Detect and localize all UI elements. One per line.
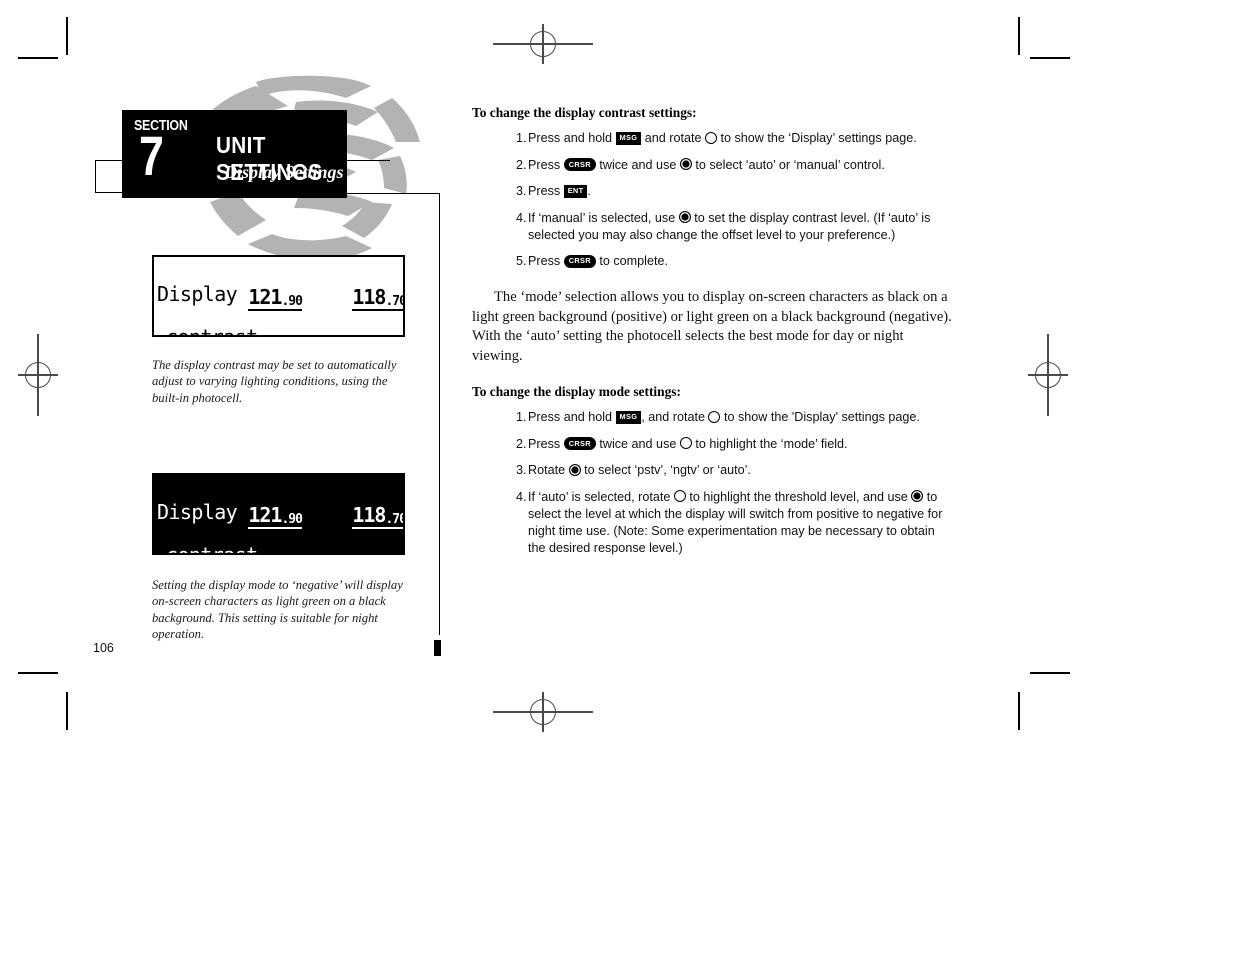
manual-page: SECTION 7 UNIT SETTINGS Display Settings… bbox=[0, 0, 1235, 954]
contrast-section-heading: To change the display contrast settings: bbox=[472, 105, 697, 120]
step-text: Press and hold MSG, and rotate to show t… bbox=[528, 410, 920, 424]
step-number: 4. bbox=[516, 489, 527, 504]
step-number: 5. bbox=[516, 254, 527, 268]
inner-knob-icon[interactable] bbox=[911, 490, 924, 502]
crop-mark-top-right-vertical bbox=[1018, 17, 1020, 55]
outer-knob-icon[interactable] bbox=[708, 410, 721, 423]
lcd-row-mode: mode pstv bbox=[154, 320, 403, 335]
step-number: 3. bbox=[516, 184, 527, 198]
msg-key-icon[interactable]: MSG bbox=[615, 410, 642, 424]
step-number: 1. bbox=[516, 131, 527, 145]
outer-knob-icon[interactable] bbox=[679, 437, 692, 449]
crsr-key-icon[interactable]: CRSR bbox=[563, 254, 596, 268]
registration-mark-right bbox=[1028, 334, 1068, 416]
step-number: 2. bbox=[516, 157, 527, 172]
step-number: 4. bbox=[516, 210, 527, 225]
registration-mark-bottom bbox=[493, 692, 593, 732]
step-text: If ‘auto’ is selected, rotate to highlig… bbox=[528, 489, 943, 555]
mode-description-paragraph: The ‘mode’ selection allows you to displ… bbox=[472, 289, 952, 364]
step-text: Press CRSR twice and use to select ‘auto… bbox=[528, 157, 885, 172]
instruction-step: 1. Press and hold MSG and rotate to show … bbox=[472, 130, 952, 147]
page-number: 106 bbox=[93, 641, 114, 655]
instruction-step: 4. If ‘manual’ is selected, use to set th… bbox=[472, 210, 952, 244]
crsr-key-icon[interactable]: CRSR bbox=[563, 158, 596, 171]
instruction-step: 1. Press and hold MSG, and rotate to show… bbox=[472, 409, 952, 426]
instruction-step: 2. Press CRSR twice and use to select ‘au… bbox=[472, 157, 952, 174]
crop-mark-bottom-right-horizontal bbox=[1030, 672, 1070, 674]
column-rule-top bbox=[344, 193, 440, 195]
instruction-step: 4. If ‘auto’ is selected, rotate to highl… bbox=[472, 489, 952, 557]
registration-mark-left bbox=[18, 334, 58, 416]
msg-key-icon[interactable]: MSG bbox=[615, 131, 642, 145]
lcd-screenshot-positive: 121.90 118.70 Display contrast auto :50 … bbox=[152, 255, 405, 337]
step-number: 2. bbox=[516, 436, 527, 451]
instruction-step: 3. Rotate to select ‘pstv’, ‘ngtv’ or ‘au… bbox=[472, 462, 952, 479]
footer-thumb-marker bbox=[434, 640, 441, 656]
column-divider-rule bbox=[439, 193, 441, 635]
inner-knob-icon[interactable] bbox=[568, 463, 581, 476]
step-text: Press and hold MSG and rotate to show th… bbox=[528, 131, 917, 145]
crop-mark-top-left-vertical bbox=[66, 17, 68, 55]
lcd-row-mode: mode ngtv bbox=[154, 538, 403, 553]
crop-mark-bottom-left-vertical bbox=[66, 692, 68, 730]
caption-mode: Setting the display mode to ‘negative’ w… bbox=[152, 578, 403, 641]
instructions-column: To change the display contrast settings:… bbox=[472, 105, 952, 566]
section-subtitle: Display Settings bbox=[224, 162, 344, 182]
contrast-steps-list: 1. Press and hold MSG and rotate to show … bbox=[472, 130, 952, 270]
mode-section-heading: To change the display mode settings: bbox=[472, 384, 681, 399]
step-text: Press CRSR to complete. bbox=[528, 254, 668, 268]
step-number: 1. bbox=[516, 410, 527, 424]
step-text: If ‘manual’ is selected, use to set the … bbox=[528, 210, 931, 242]
lcd-screenshot-negative: 121.90 118.70 Display contrast auto :50 … bbox=[152, 473, 405, 555]
crop-mark-top-left-horizontal bbox=[18, 57, 58, 59]
section-number: 7 bbox=[139, 124, 164, 187]
crsr-key-icon[interactable]: CRSR bbox=[563, 437, 596, 450]
crop-mark-bottom-right-vertical bbox=[1018, 692, 1020, 730]
step-text: Rotate to select ‘pstv’, ‘ngtv’ or ‘auto… bbox=[528, 463, 751, 477]
step-text: Press CRSR twice and use to highlight th… bbox=[528, 436, 848, 451]
mode-steps-list: 1. Press and hold MSG, and rotate to show… bbox=[472, 409, 952, 557]
ent-key-icon[interactable]: ENT bbox=[563, 184, 588, 198]
crop-mark-bottom-left-horizontal bbox=[18, 672, 58, 674]
section-header-banner: SECTION 7 UNIT SETTINGS Display Settings bbox=[122, 110, 347, 198]
caption-contrast: The display contrast may be set to autom… bbox=[152, 358, 397, 405]
outer-knob-icon[interactable] bbox=[673, 490, 686, 502]
inner-knob-icon[interactable] bbox=[678, 211, 691, 223]
outer-knob-icon[interactable] bbox=[704, 131, 717, 144]
step-number: 3. bbox=[516, 463, 527, 477]
instruction-step: 2. Press CRSR twice and use to highlight … bbox=[472, 436, 952, 453]
step-text: Press ENT. bbox=[528, 184, 591, 198]
inner-knob-icon[interactable] bbox=[679, 158, 692, 170]
instruction-step: 3. Press ENT. bbox=[472, 183, 952, 200]
registration-mark-top bbox=[493, 24, 593, 64]
instruction-step: 5. Press CRSR to complete. bbox=[472, 253, 952, 270]
crop-mark-top-right-horizontal bbox=[1030, 57, 1070, 59]
